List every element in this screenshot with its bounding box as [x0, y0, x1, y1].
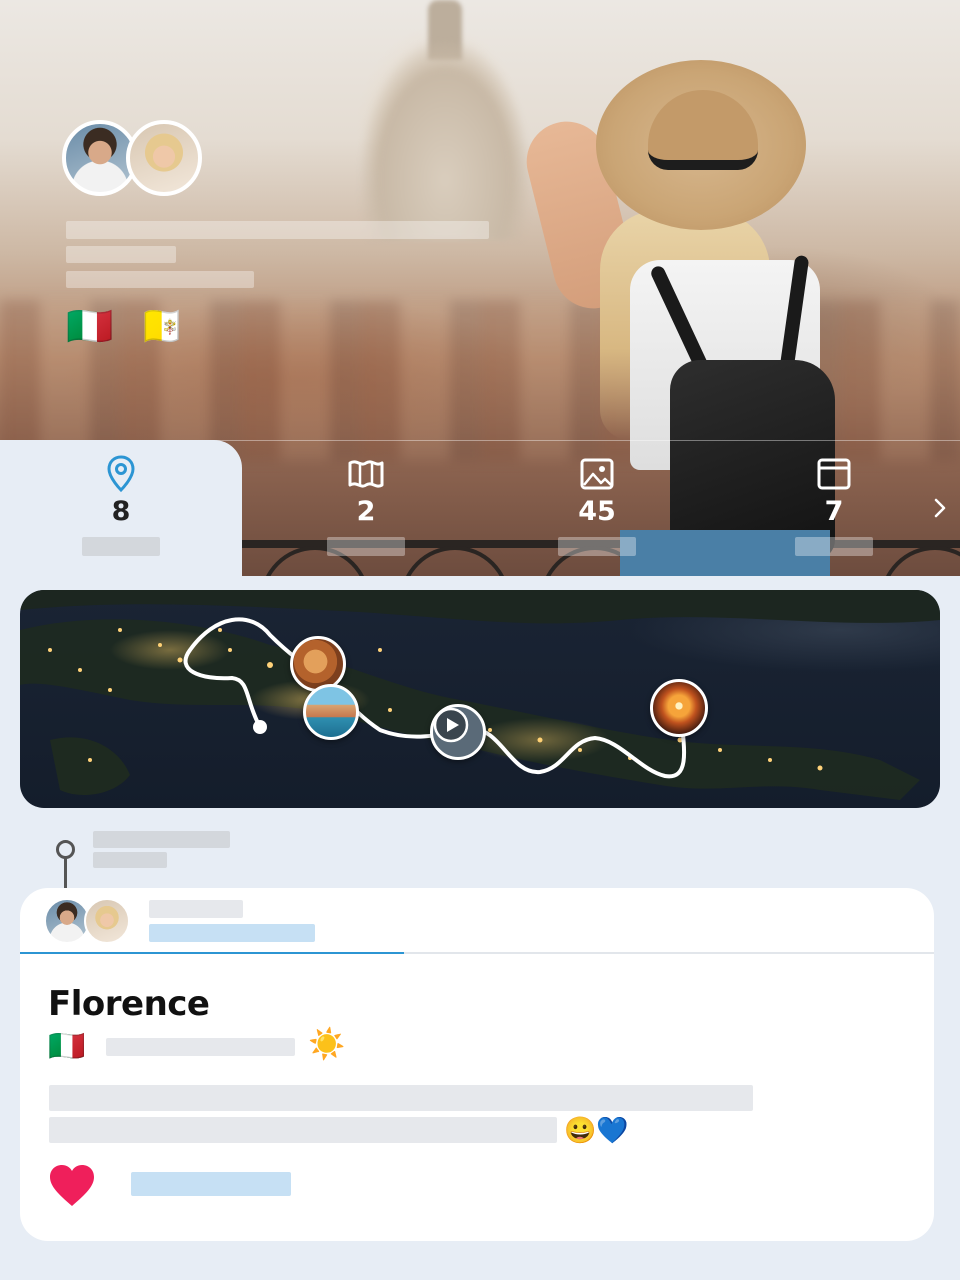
play-icon: [433, 707, 469, 743]
stat-maps-count: 2: [356, 496, 376, 527]
gallery-icon: [537, 454, 657, 494]
stat-days[interactable]: 7: [774, 454, 894, 556]
map-stop-pizza-photo[interactable]: [290, 636, 346, 692]
stat-locations-count: 8: [111, 496, 131, 527]
post-location-link-placeholder[interactable]: [149, 924, 315, 942]
map-icon: [306, 454, 426, 494]
trip-subtitle-placeholder: [66, 246, 176, 263]
trip-title-placeholder: [66, 221, 489, 239]
post-text-line-2: [49, 1117, 557, 1143]
route-map[interactable]: [20, 590, 940, 808]
map-stop-sunset-photo[interactable]: [650, 679, 708, 737]
timeline-stem: [64, 858, 67, 890]
stat-locations-label: [82, 537, 160, 556]
stat-photos[interactable]: 45: [537, 454, 657, 556]
stat-days-label: [795, 537, 873, 556]
timeline-time-placeholder: [93, 852, 167, 868]
post-reaction-emojis: 😀💙: [564, 1115, 629, 1145]
chevron-right-icon[interactable]: [928, 494, 952, 522]
trip-dates-placeholder: [66, 271, 254, 288]
flag-vatican: 🇻🇦: [138, 306, 186, 348]
post-region-placeholder: [106, 1038, 295, 1056]
flag-italy: 🇮🇹: [66, 306, 114, 348]
timeline-marker-icon: [56, 840, 75, 859]
weather-sun-icon: ☀️: [308, 1028, 346, 1061]
avatar-traveler-2[interactable]: [126, 120, 202, 196]
stat-photos-label: [558, 537, 636, 556]
map-stop-video[interactable]: [430, 704, 486, 760]
location-pin-icon: [61, 454, 181, 494]
stat-maps[interactable]: 2: [306, 454, 426, 556]
post-avatar-2[interactable]: [84, 898, 130, 944]
post-author-placeholder: [149, 900, 243, 918]
calendar-icon: [774, 454, 894, 494]
post-tab-indicator: [20, 952, 404, 954]
dome: [360, 40, 530, 240]
post-card[interactable]: Florence 🇮🇹 ☀️ 😀💙: [20, 888, 934, 1241]
post-text-line-1: [49, 1085, 753, 1111]
stat-locations[interactable]: 8: [61, 454, 181, 556]
stat-days-count: 7: [824, 496, 844, 527]
post-flag-italy: 🇮🇹: [48, 1030, 86, 1063]
map-stop-coast-photo[interactable]: [303, 684, 359, 740]
heart-icon[interactable]: [48, 1164, 96, 1213]
post-title: Florence: [48, 984, 210, 1024]
stat-maps-label: [327, 537, 405, 556]
route-start-dot: [253, 720, 267, 734]
likes-link-placeholder[interactable]: [131, 1172, 291, 1196]
timeline-date-placeholder: [93, 831, 230, 848]
stat-photos-count: 45: [578, 496, 616, 527]
italy-night-map: [20, 590, 940, 800]
